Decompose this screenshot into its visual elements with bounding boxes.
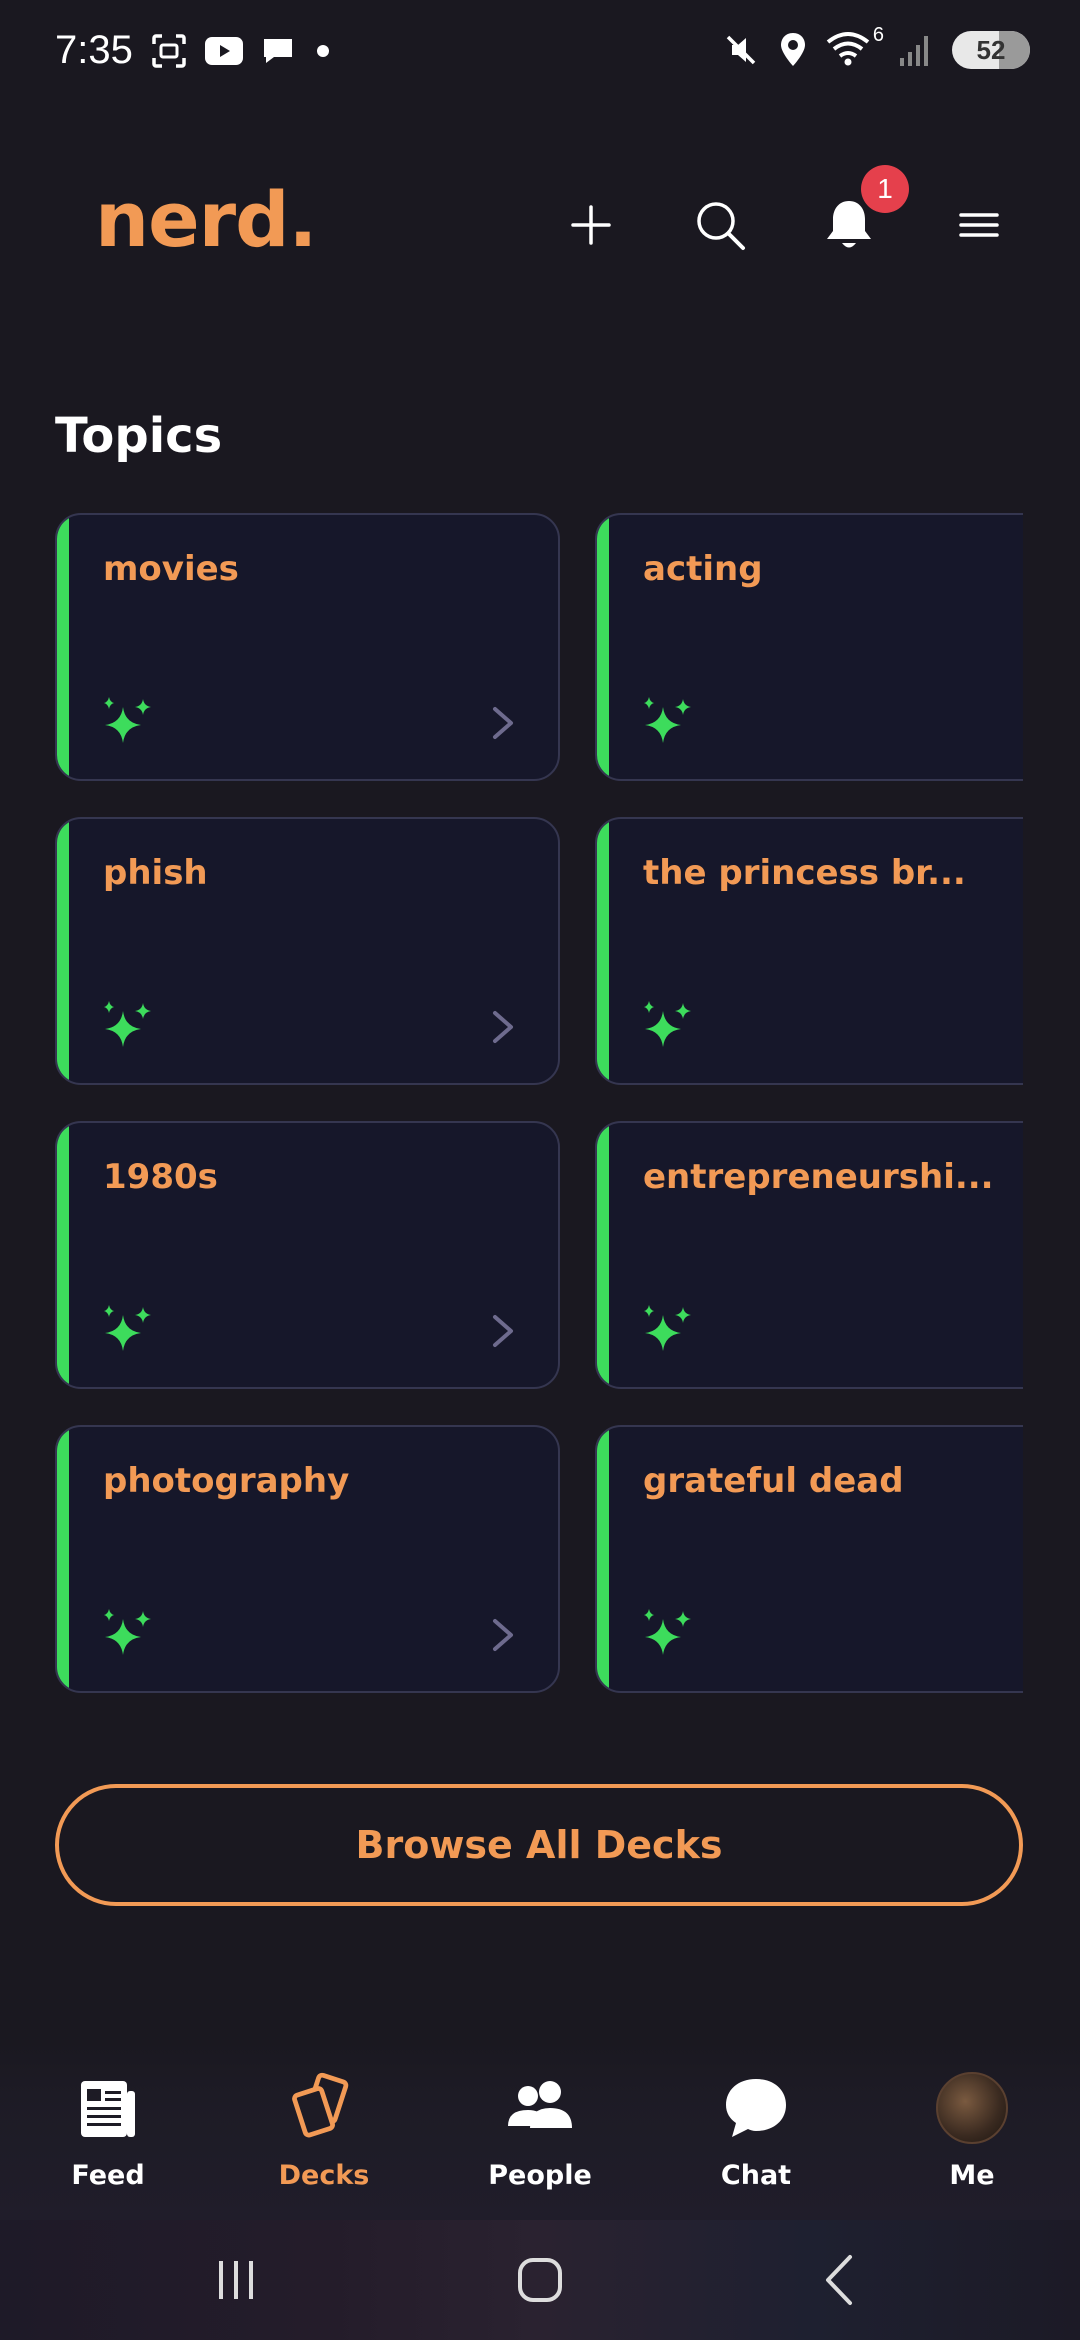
wifi-indicator: 6 — [826, 24, 884, 70]
youtube-icon — [205, 37, 243, 65]
sparkle-icon — [104, 697, 151, 743]
status-bar: 7:35 6 52 — [0, 0, 1080, 110]
signal-icon — [900, 36, 928, 66]
nav-people-label: People — [488, 2160, 592, 2191]
add-button[interactable] — [556, 190, 626, 260]
topic-card-title: phish — [103, 853, 208, 893]
nav-decks-label: Decks — [278, 2160, 370, 2191]
recents-button[interactable] — [196, 2250, 276, 2310]
search-button[interactable] — [685, 190, 755, 260]
topics-heading: Topics — [55, 408, 223, 464]
status-time: 7:35 — [55, 28, 133, 72]
bottom-nav: Feed Decks People Chat Me — [0, 2040, 1080, 2220]
decks-icon — [292, 2072, 349, 2138]
topic-card-title: photography — [103, 1461, 350, 1501]
plus-icon — [571, 205, 611, 245]
topic-card-title: 1980s — [103, 1157, 218, 1197]
nav-decks[interactable]: Decks — [244, 2070, 404, 2191]
card-accent — [57, 1123, 69, 1387]
browse-all-decks-button[interactable]: Browse All Decks — [55, 1784, 1023, 1906]
dot-icon — [317, 45, 329, 57]
notification-badge: 1 — [861, 165, 909, 213]
people-icon — [508, 2081, 572, 2128]
topic-card-acting[interactable]: acting — [595, 513, 1023, 781]
location-icon — [781, 33, 805, 66]
status-notification-icons — [150, 32, 334, 70]
chat-icon — [726, 2079, 786, 2137]
card-accent — [57, 515, 69, 779]
sparkle-icon — [644, 1305, 691, 1351]
back-button[interactable] — [800, 2250, 880, 2310]
notifications-button[interactable]: 1 — [814, 165, 909, 260]
sparkle-icon — [104, 1305, 151, 1351]
sparkle-icon — [644, 1001, 691, 1047]
topic-card-title: movies — [103, 549, 239, 589]
nav-feed[interactable]: Feed — [28, 2070, 188, 2191]
nav-feed-label: Feed — [71, 2160, 145, 2191]
card-accent — [57, 819, 69, 1083]
home-icon — [518, 2258, 562, 2302]
status-system-icons: 6 52 — [722, 24, 1030, 70]
card-accent — [597, 1427, 609, 1691]
recents-icon — [219, 2261, 253, 2299]
sparkle-icon — [104, 1001, 151, 1047]
topic-card-photography[interactable]: photography — [55, 1425, 560, 1693]
chevron-right-icon — [493, 1619, 513, 1651]
screenshot-icon — [152, 34, 186, 68]
sparkle-icon — [644, 1609, 691, 1655]
chevron-right-icon — [493, 1315, 513, 1347]
chevron-right-icon — [493, 1011, 513, 1043]
system-nav-bar — [0, 2220, 1080, 2340]
wifi-label: 6 — [872, 24, 884, 46]
topic-card-title: acting — [643, 549, 763, 589]
topic-card-title: entrepreneurshi... — [643, 1157, 994, 1197]
search-icon — [697, 202, 745, 250]
nav-chat-label: Chat — [720, 2160, 792, 2191]
battery-indicator: 52 — [952, 31, 1030, 69]
nav-me[interactable]: Me — [892, 2070, 1052, 2191]
topic-card-title: grateful dead — [643, 1461, 904, 1501]
feed-icon — [81, 2081, 135, 2137]
mute-icon — [726, 35, 756, 65]
card-accent — [597, 515, 609, 779]
wifi-icon — [826, 32, 870, 66]
topic-card-1980s[interactable]: 1980s — [55, 1121, 560, 1389]
nav-people[interactable]: People — [460, 2070, 620, 2191]
menu-button[interactable] — [944, 190, 1014, 260]
topic-card-the-princess-bride[interactable]: the princess br... — [595, 817, 1023, 1085]
card-accent — [597, 1123, 609, 1387]
topic-card-title: the princess br... — [643, 853, 966, 893]
topic-card-movies[interactable]: movies — [55, 513, 560, 781]
chevron-right-icon — [493, 707, 513, 739]
sparkle-icon — [104, 1609, 151, 1655]
avatar — [936, 2072, 1008, 2144]
card-accent — [57, 1427, 69, 1691]
topic-card-phish[interactable]: phish — [55, 817, 560, 1085]
battery-level: 52 — [976, 34, 1006, 65]
chat-bubble-icon — [264, 39, 292, 63]
app-logo[interactable]: nerd. — [95, 175, 317, 264]
topic-card-entrepreneurship[interactable]: entrepreneurshi... — [595, 1121, 1023, 1389]
topics-grid: movies acting phish the princess br... 1… — [55, 510, 1023, 1700]
nav-me-label: Me — [949, 2160, 995, 2191]
sparkle-icon — [644, 697, 691, 743]
menu-icon — [959, 213, 999, 237]
back-icon — [826, 2255, 852, 2305]
topic-card-grateful-dead[interactable]: grateful dead — [595, 1425, 1023, 1693]
nav-chat[interactable]: Chat — [676, 2070, 836, 2191]
card-accent — [597, 819, 609, 1083]
home-button[interactable] — [500, 2250, 580, 2310]
